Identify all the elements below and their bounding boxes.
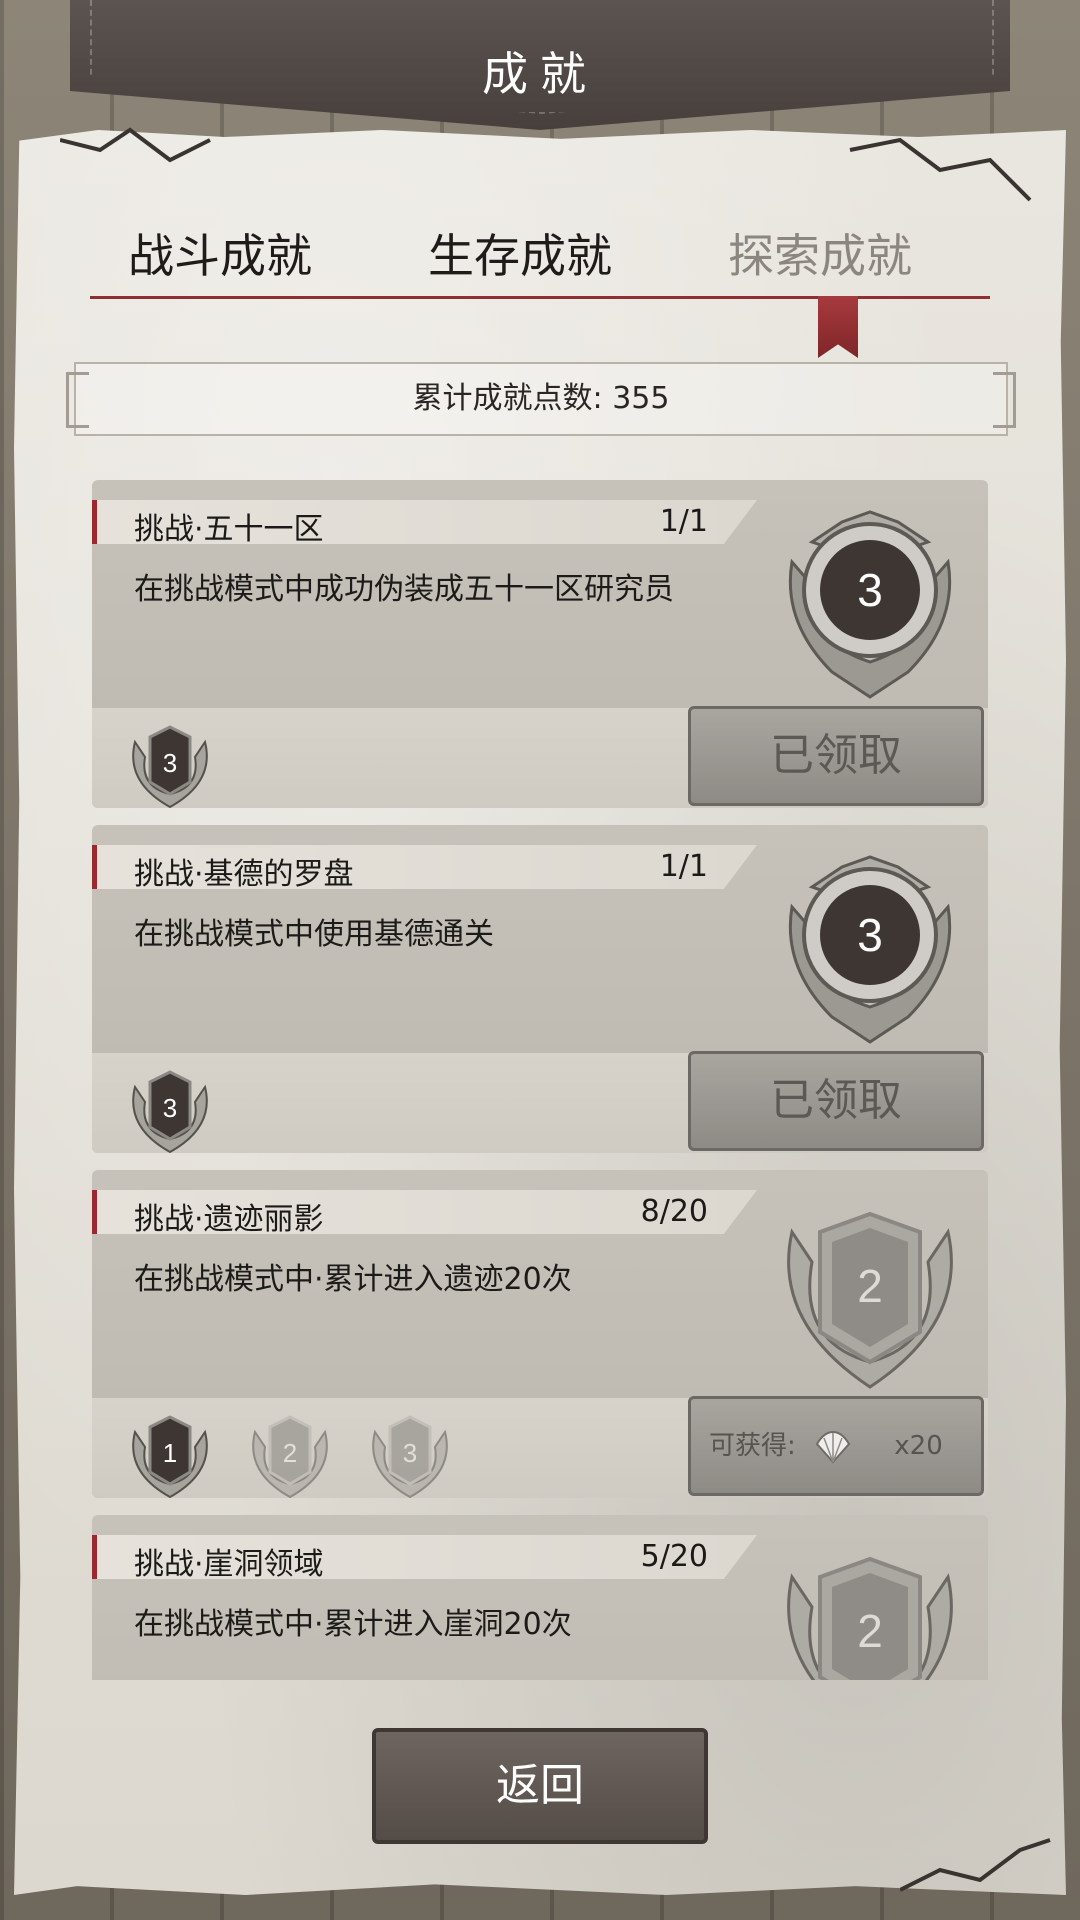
- tab-exploration[interactable]: 探索成就: [690, 220, 950, 286]
- svg-text:3: 3: [163, 1093, 177, 1123]
- reward-button[interactable]: 可获得: x20: [688, 1396, 984, 1496]
- card-progress: 1/1: [659, 504, 708, 539]
- badge-value: 3: [857, 564, 883, 616]
- badge-value: 2: [857, 1605, 883, 1657]
- reward-label: 可获得:: [709, 1431, 796, 1461]
- card-title: 挑战·五十一区: [134, 512, 324, 547]
- card-description: 在挑战模式中·累计进入崖洞20次: [134, 1607, 572, 1642]
- achievement-card: 挑战·遗迹丽影 8/20 在挑战模式中·累计进入遗迹20次 2 1 2 3 可获…: [92, 1170, 988, 1499]
- svg-text:3: 3: [163, 748, 177, 778]
- claimed-button[interactable]: 已领取: [688, 706, 984, 806]
- page-title: 成就: [482, 47, 598, 101]
- card-title: 挑战·崖洞领域: [134, 1547, 324, 1582]
- achievement-badge-icon: 3: [788, 855, 952, 1044]
- achievement-card: 挑战·基德的罗盘 1/1 在挑战模式中使用基德通关 3 3 已领取: [92, 825, 988, 1154]
- achievement-card: 挑战·崖洞领域 5/20 在挑战模式中·累计进入崖洞20次 2: [92, 1515, 988, 1680]
- crack-decoration-bottom-right: [900, 1838, 1051, 1892]
- card-footer: 1 2 3 可获得: x20: [92, 1396, 988, 1499]
- card-progress: 1/1: [659, 849, 708, 884]
- achievement-points-text: 累计成就点数: 355: [412, 381, 670, 416]
- tab-combat[interactable]: 战斗成就: [90, 220, 350, 286]
- reward-amount: x20: [894, 1431, 943, 1461]
- tier-medal-locked-icon: 3: [372, 1415, 448, 1499]
- tier-medal-icon: 1: [132, 1415, 208, 1499]
- badge-value: 2: [857, 1260, 883, 1312]
- card-description: 在挑战模式中成功伪装成五十一区研究员: [134, 572, 674, 607]
- achievement-tabs: 战斗成就 生存成就 探索成就: [90, 220, 990, 300]
- achievement-card: 挑战·五十一区 1/1 在挑战模式中成功伪装成五十一区研究员 3 3 已领取: [92, 480, 988, 809]
- card-description: 在挑战模式中·累计进入遗迹20次: [134, 1262, 572, 1297]
- svg-text:3: 3: [403, 1438, 417, 1468]
- card-footer: 3 已领取: [92, 1051, 988, 1154]
- claimed-button[interactable]: 已领取: [688, 1051, 984, 1151]
- shell-icon: [815, 1430, 851, 1464]
- card-description: 在挑战模式中使用基德通关: [134, 917, 494, 952]
- achievement-badge-icon: 2: [787, 1211, 953, 1389]
- tier-medal-icon: 3: [132, 725, 208, 809]
- card-progress: 5/20: [640, 1539, 708, 1574]
- card-footer: 3 已领取: [92, 706, 988, 809]
- achievement-badge-icon: 2: [787, 1556, 953, 1680]
- svg-text:2: 2: [283, 1438, 297, 1468]
- card-title: 挑战·基德的罗盘: [134, 857, 354, 892]
- tier-medal-icon: 3: [132, 1070, 208, 1154]
- achievement-points-bar: 累计成就点数: 355: [66, 362, 1016, 436]
- achievement-badge-icon: 3: [788, 510, 952, 699]
- tab-survival[interactable]: 生存成就: [390, 220, 650, 286]
- back-button[interactable]: 返回: [372, 1728, 708, 1844]
- tier-medal-locked-icon: 2: [252, 1415, 328, 1499]
- crack-decoration-top-right: [849, 137, 1032, 202]
- card-title: 挑战·遗迹丽影: [134, 1202, 324, 1237]
- svg-text:1: 1: [163, 1438, 177, 1468]
- card-progress: 8/20: [640, 1194, 708, 1229]
- crack-decoration-top-left: [60, 127, 211, 163]
- title-banner: 成就: [70, 0, 1010, 130]
- achievement-list[interactable]: 挑战·五十一区 1/1 在挑战模式中成功伪装成五十一区研究员 3 3 已领取 挑…: [92, 480, 988, 1680]
- badge-value: 3: [857, 909, 883, 961]
